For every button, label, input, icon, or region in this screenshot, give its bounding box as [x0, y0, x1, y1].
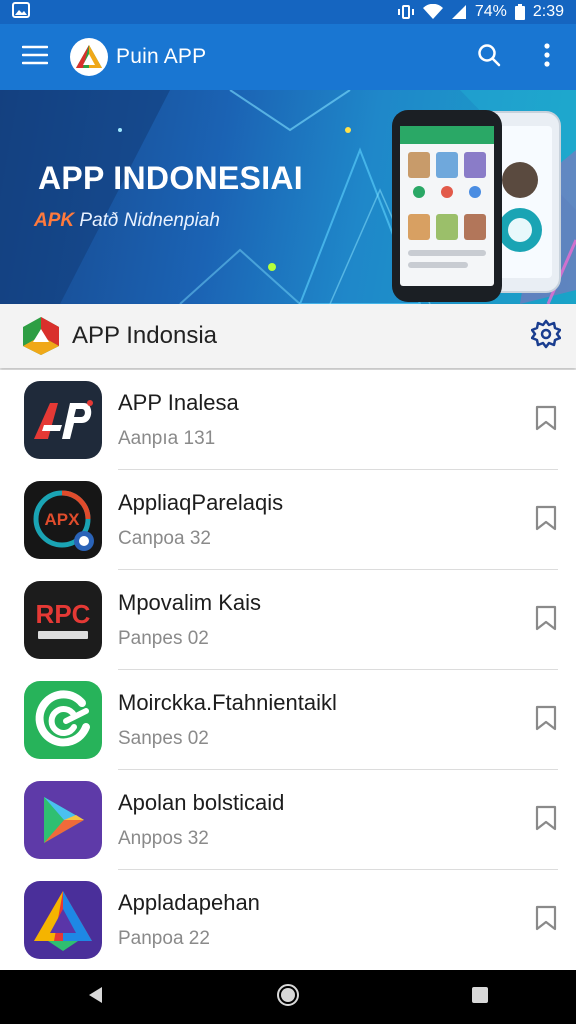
- recents-button[interactable]: [445, 970, 515, 1024]
- app-list-item[interactable]: Appladapehan Panpoa 22: [0, 870, 576, 970]
- settings-button[interactable]: [516, 304, 576, 368]
- bookmark-icon: [533, 404, 559, 437]
- battery-percent: 74%: [474, 3, 507, 20]
- back-button[interactable]: [61, 970, 131, 1024]
- battery-icon: [514, 4, 525, 20]
- play-triangle-icon: [24, 781, 102, 859]
- apk-circle-icon: APX: [24, 481, 102, 559]
- svg-text:APX: APX: [45, 510, 81, 529]
- app-meta: Aanpıa 131: [118, 428, 216, 449]
- bookmark-button[interactable]: [516, 870, 576, 970]
- rpc-logo-icon: RPC: [24, 581, 102, 659]
- search-button[interactable]: [460, 24, 518, 90]
- bookmark-button[interactable]: [516, 570, 576, 670]
- section-title: APP Indonsia: [72, 322, 217, 349]
- green-ring-icon: [24, 681, 102, 759]
- menu-button[interactable]: [0, 24, 70, 90]
- bookmark-icon: [533, 804, 559, 837]
- bookmark-icon: [533, 504, 559, 537]
- banner-decoration: [0, 90, 576, 304]
- app-list-item[interactable]: RPC Mpovalim Kais Panpes 02: [0, 570, 576, 670]
- app-name: Mpovalim Kais: [118, 590, 262, 615]
- status-bar: 74% 2:39: [0, 0, 576, 24]
- app-meta: Canpoa 32: [118, 528, 211, 549]
- app-list-item[interactable]: Apolan bolsticaid Anppos 32: [0, 770, 576, 870]
- svg-text:RPC: RPC: [36, 599, 91, 629]
- recents-square-icon: [470, 985, 490, 1010]
- hexagon-logo-icon: [23, 317, 59, 355]
- section-logo: [20, 315, 62, 357]
- triangle-logo-icon: [76, 45, 102, 68]
- app-name: Moirckka.Ftahnientaikl: [118, 690, 337, 715]
- vibrate-icon: [397, 4, 415, 20]
- back-triangle-icon: [86, 985, 106, 1010]
- app-meta: Panpoa 22: [118, 928, 210, 949]
- app-title: Puin APP: [116, 45, 207, 68]
- app-name: Apolan bolsticaid: [118, 790, 285, 815]
- gear-icon: [530, 319, 562, 354]
- bookmark-button[interactable]: [516, 370, 576, 470]
- app-list: APP Inalesa Aanpıa 131 APX AppliaqParela…: [0, 370, 576, 970]
- banner-subtitle-accent: APK: [34, 210, 75, 231]
- bookmark-icon: [533, 904, 559, 937]
- app-list-item[interactable]: APX AppliaqParelaqis Canpoa 32: [0, 470, 576, 570]
- app-name: AppliaqParelaqis: [118, 490, 284, 515]
- promo-banner[interactable]: APP INDONESIAI APK Patð Nidnenpiah: [0, 90, 576, 304]
- hamburger-menu-icon: [21, 45, 49, 70]
- signal-icon: [451, 4, 467, 20]
- app-list-item[interactable]: Moirckka.Ftahnientaikl Sanpes 02: [0, 670, 576, 770]
- banner-subtitle-text: Patð Nidnenpiah: [79, 210, 220, 231]
- ap-red-logo-icon: [24, 381, 102, 459]
- gallery-notification-icon: [12, 1, 30, 23]
- wifi-icon: [422, 4, 443, 20]
- search-icon: [477, 43, 501, 72]
- bookmark-button[interactable]: [516, 770, 576, 870]
- app-meta: Anppos 32: [118, 828, 209, 849]
- app-logo: [70, 38, 108, 76]
- bookmark-icon: [533, 604, 559, 637]
- bookmark-button[interactable]: [516, 470, 576, 570]
- clock: 2:39: [532, 3, 564, 20]
- colorful-triangle-icon: [24, 881, 102, 959]
- app-list-item[interactable]: APP Inalesa Aanpıa 131: [0, 370, 576, 470]
- app-meta: Panpes 02: [118, 628, 209, 649]
- more-vert-icon: [543, 42, 551, 72]
- app-name: APP Inalesa: [118, 390, 239, 415]
- bookmark-button[interactable]: [516, 670, 576, 770]
- home-circle-icon: [276, 983, 300, 1012]
- home-button[interactable]: [253, 970, 323, 1024]
- app-name: Appladapehan: [118, 890, 260, 915]
- overflow-menu-button[interactable]: [518, 24, 576, 90]
- banner-title: APP INDONESIAI: [38, 160, 303, 196]
- section-header: APP Indonsia: [0, 304, 576, 368]
- app-meta: Sanpes 02: [118, 728, 209, 749]
- bookmark-icon: [533, 704, 559, 737]
- system-nav-bar: [0, 970, 576, 1024]
- app-bar: Puin APP: [0, 24, 576, 90]
- banner-subtitle: APK Patð Nidnenpiah: [34, 210, 220, 232]
